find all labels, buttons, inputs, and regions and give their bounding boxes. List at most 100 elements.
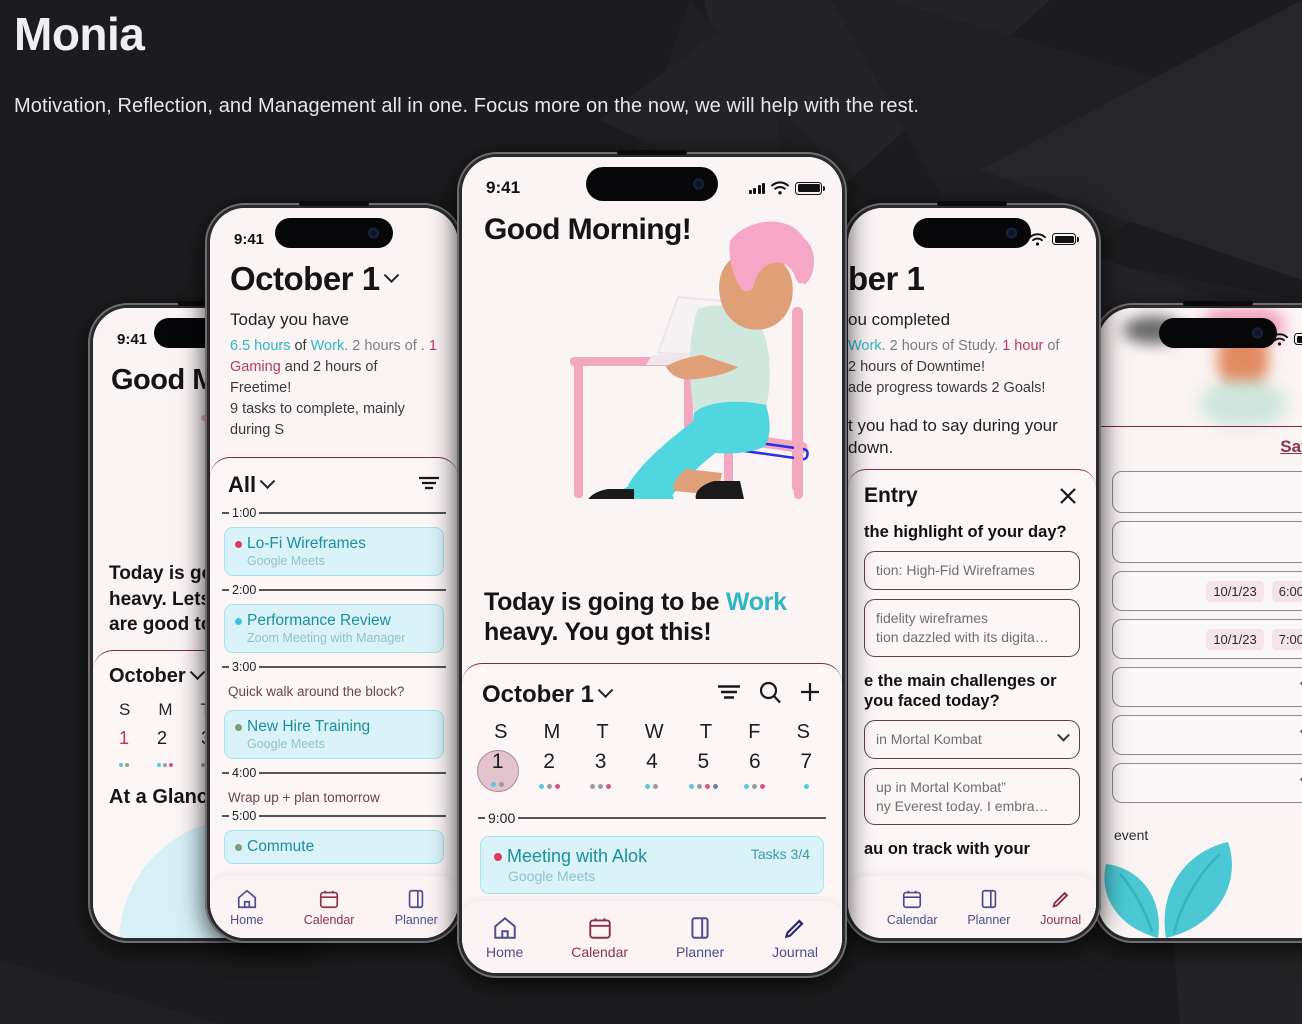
tab-calendar[interactable]: Calendar [887, 888, 938, 927]
event-card[interactable]: Meeting with Alok Google Meets Tasks 3/4 [480, 836, 824, 894]
event-form-screen: Save 10/1/23 6:00 10/1/23 7:00 event [1098, 308, 1302, 938]
day-cell[interactable]: 1 [119, 728, 129, 772]
status-time: 9:41 [486, 178, 521, 197]
tab-label: Planner [394, 912, 438, 927]
day-cell[interactable]: 4 [631, 750, 673, 794]
search-icon[interactable] [758, 680, 782, 709]
journal-entry-sheet: Entry the highlight of your day? tion: H… [848, 469, 1096, 938]
event-color-dot [235, 723, 242, 731]
tab-calendar[interactable]: Calendar [304, 888, 354, 927]
dynamic-island [913, 218, 1031, 248]
filter-icon[interactable] [418, 475, 440, 496]
timeline-time: 9:00 [488, 810, 516, 826]
date-selector[interactable]: October 1 [230, 260, 438, 298]
event-start-row[interactable]: 10/1/23 6:00 [1112, 571, 1302, 611]
event-title-field[interactable] [1112, 471, 1302, 513]
question-line-2: you faced today? [864, 692, 1000, 711]
journal-answer-1-body[interactable]: fidelity wireframes tion dazzled with it… [864, 598, 1080, 657]
timeline-time: 2:00 [232, 583, 257, 598]
suggestion-note[interactable]: Quick walk around the block? [210, 674, 458, 703]
dynamic-island [586, 167, 718, 201]
event-form-sheet: Save 10/1/23 6:00 10/1/23 7:00 event [1098, 426, 1302, 938]
add-icon[interactable] [798, 680, 822, 709]
phone-home-hero: 9:41 Good Morning! Today is going to be … [457, 150, 847, 978]
hero-section: Monia Motivation, Reflection, and Manage… [14, 8, 1114, 118]
close-icon[interactable] [1056, 484, 1080, 508]
chevron-down-icon [189, 664, 205, 680]
timeline-marker: 3:00 [210, 660, 458, 674]
battery-icon [1052, 233, 1079, 245]
home-hero-screen: Good Morning! Today is going to be Work … [462, 157, 842, 973]
dynamic-island [275, 218, 393, 248]
filter-selector[interactable]: All [228, 472, 276, 498]
day-cell[interactable]: 2 [157, 728, 174, 772]
date-heading: ber 1 [848, 260, 925, 297]
event-color-dot [235, 617, 242, 625]
day-number: 4 [646, 750, 658, 773]
wifi-icon [1029, 232, 1046, 246]
phone-event-form: Save 10/1/23 6:00 10/1/23 7:00 event [1093, 301, 1302, 943]
weekday-label: T [699, 721, 713, 743]
chevron-down-icon [597, 682, 614, 699]
home-icon [237, 889, 256, 908]
date-selector[interactable]: October 1 [482, 681, 614, 709]
summary-category-work: Work [848, 338, 882, 354]
tab-planner[interactable]: Planner [967, 888, 1010, 927]
planner-icon [409, 889, 424, 908]
today-lead: Today you have [230, 310, 350, 329]
timeline-marker: 9:00 [462, 794, 842, 826]
tab-home[interactable]: Home [230, 888, 263, 927]
answer-text-line-1: fidelity wireframes [876, 609, 989, 626]
day-cell[interactable]: 2 [528, 750, 570, 794]
event-task-count: Tasks 3/4 [750, 846, 810, 862]
tab-planner[interactable]: Planner [395, 888, 438, 927]
journal-prompt: t you had to say during your down. [848, 415, 1076, 459]
weekday-label: M [158, 699, 173, 719]
timeline-marker: 4:00 [210, 766, 458, 780]
event-select-2[interactable] [1112, 715, 1302, 755]
event-end-row[interactable]: 10/1/23 7:00 [1112, 619, 1302, 659]
suggestion-note[interactable]: Wrap up + plan tomorrow [210, 780, 458, 809]
tab-planner[interactable]: Planner [676, 915, 724, 960]
day-row: 1 2 3 4 5 6 7 [462, 744, 842, 794]
dynamic-island [1159, 318, 1277, 348]
tab-calendar[interactable]: Calendar [571, 915, 628, 960]
weekday-label: M [543, 721, 561, 743]
event-card[interactable]: New Hire Training Google Meets [224, 710, 444, 760]
event-card[interactable]: Performance Review Zoom Meeting with Man… [224, 604, 444, 654]
day-cell[interactable]: 3 [580, 750, 622, 794]
day-cell-selected[interactable]: 1 [476, 749, 519, 792]
event-subtitle: Google Meets [247, 737, 325, 752]
answer-text-line-2: ny Everest today. I embra… [876, 797, 1049, 814]
journal-answer-1-title[interactable]: tion: High-Fid Wireframes [864, 550, 1080, 590]
summary-text: of [290, 338, 311, 354]
event-location-field[interactable] [1112, 521, 1302, 563]
journal-prompt-line-1: t you had to say during your [848, 416, 1058, 436]
page-title: Monia [14, 8, 145, 60]
event-card[interactable]: Commute [224, 830, 444, 865]
filter-icon[interactable] [716, 683, 742, 706]
save-button[interactable]: Save [1112, 431, 1302, 463]
day-number: 1 [491, 749, 504, 773]
answer-text-line-1: up in Mortal Kombat” [876, 778, 1006, 795]
journal-answer-2-body[interactable]: up in Mortal Kombat” ny Everest today. I… [864, 767, 1080, 826]
event-card[interactable]: Lo-Fi Wireframes Google Meets [224, 527, 444, 577]
pencil-icon [1051, 891, 1068, 908]
weekday-label: T [596, 721, 609, 743]
timeline-time: 5:00 [232, 809, 257, 824]
journal-answer-2-select[interactable]: in Mortal Kombat [864, 719, 1080, 759]
day-number: 2 [543, 750, 555, 773]
event-color-dot [494, 852, 502, 861]
day-cell[interactable]: 6 [734, 750, 776, 794]
tab-journal[interactable]: Journal [1040, 888, 1081, 927]
earpiece-speaker [617, 150, 687, 155]
day-cell[interactable]: 7 [785, 750, 827, 794]
day-cell[interactable]: 5 [682, 750, 724, 794]
hero-illustration [462, 221, 842, 577]
event-select-1[interactable] [1112, 667, 1302, 707]
tab-journal[interactable]: Journal [772, 915, 818, 960]
tab-home[interactable]: Home [486, 915, 523, 960]
start-time-value: 6:00 [1271, 580, 1302, 602]
tab-label: Planner [675, 943, 725, 960]
day-number: 6 [748, 750, 761, 773]
